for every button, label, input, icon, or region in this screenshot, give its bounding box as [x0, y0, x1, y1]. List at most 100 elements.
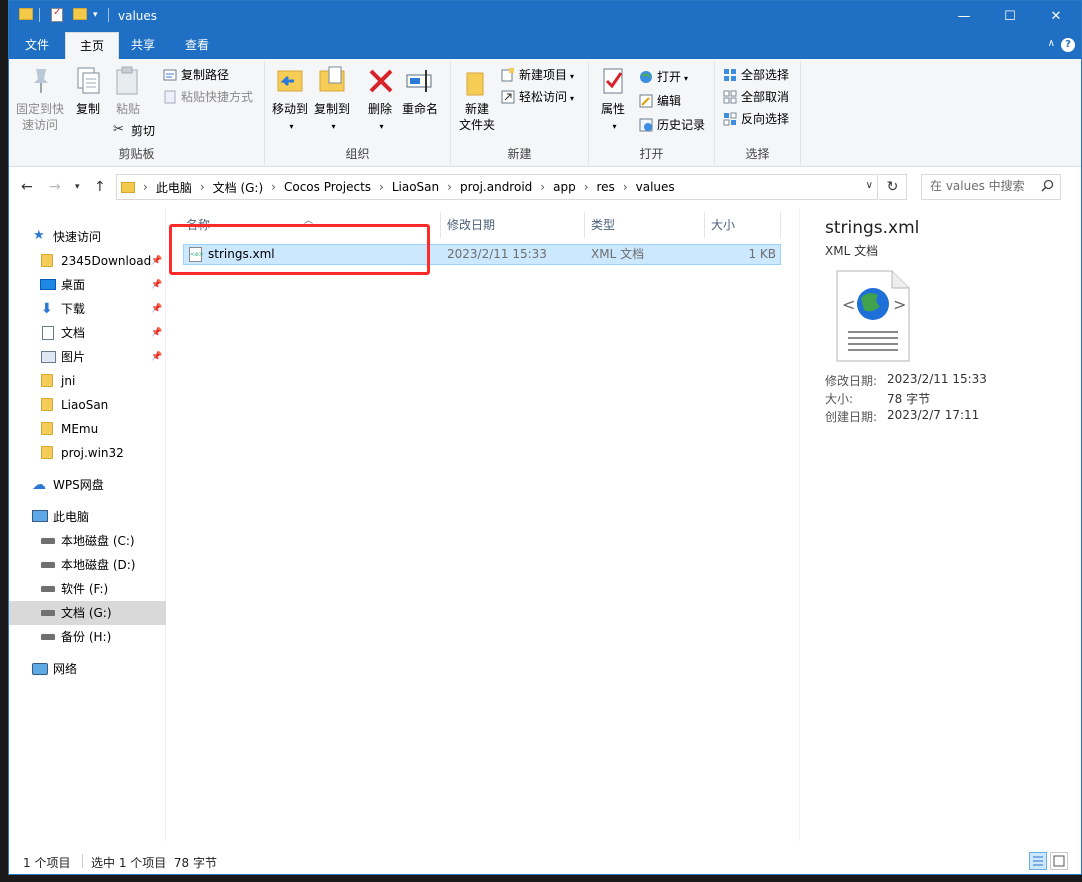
new-group-label: 新建	[507, 147, 532, 161]
search-icon[interactable]	[1041, 179, 1054, 192]
delete-button[interactable]: 删除 ▾	[365, 65, 395, 135]
chevron-right-icon[interactable]: ›	[584, 180, 589, 194]
nav-quick-access[interactable]: ★ 快速访问	[9, 225, 166, 249]
column-header-size[interactable]: 大小	[711, 214, 735, 236]
nav-network[interactable]: 网络	[9, 657, 166, 681]
pin-quick-access-button[interactable]: 固定到快 速访问	[15, 65, 65, 133]
column-header-type[interactable]: 类型	[591, 214, 615, 236]
column-divider[interactable]	[704, 212, 705, 238]
copy-to-button[interactable]: 复制到 ▾	[311, 65, 353, 135]
tab-share[interactable]: 共享	[117, 32, 169, 59]
invert-selection-button[interactable]: 反向选择	[721, 109, 789, 129]
address-bar[interactable]: › 此电脑 › 文档 (G:) › Cocos Projects › LiaoS…	[116, 174, 878, 200]
select-none-button[interactable]: 全部取消	[721, 87, 789, 107]
new-folder-button[interactable]: 新建 文件夹	[457, 65, 497, 133]
nav-item-memu[interactable]: MEmu	[9, 417, 166, 441]
nav-drive-d[interactable]: 本地磁盘 (D:)	[9, 553, 166, 577]
easy-access-button[interactable]: 轻松访问 ▾	[499, 87, 574, 107]
minimize-button[interactable]: —	[941, 1, 987, 32]
nav-drive-f[interactable]: 软件 (F:)	[9, 577, 166, 601]
nav-this-pc[interactable]: 此电脑	[9, 505, 166, 529]
paste-shortcut-button[interactable]: 粘贴快捷方式	[161, 87, 253, 107]
tab-home[interactable]: 主页	[65, 32, 120, 59]
column-header-modified[interactable]: 修改日期	[447, 214, 495, 236]
crumb-values[interactable]: values	[636, 180, 675, 194]
nav-item-proj-win32[interactable]: proj.win32	[9, 441, 166, 465]
back-arrow-icon[interactable]: ←	[21, 179, 33, 195]
crumb-drive-g[interactable]: 文档 (G:)	[213, 179, 264, 196]
new-item-button[interactable]: 新建项目 ▾	[499, 65, 574, 85]
search-input[interactable]	[930, 179, 1040, 193]
nav-item-downloads[interactable]: ⬇ 下载 📌	[9, 297, 166, 321]
refresh-button[interactable]: ↻	[879, 174, 907, 200]
crumb-app[interactable]: app	[553, 180, 576, 194]
chevron-right-icon[interactable]: ›	[623, 180, 628, 194]
edit-button[interactable]: 编辑	[637, 91, 681, 111]
large-icons-view-button[interactable]	[1050, 852, 1068, 870]
column-divider[interactable]	[440, 212, 441, 238]
maximize-button[interactable]: ☐	[987, 1, 1033, 32]
pin-icon[interactable]: 📌	[151, 345, 162, 369]
history-button[interactable]: 历史记录	[637, 115, 705, 135]
search-box[interactable]	[921, 174, 1061, 200]
nav-drive-c[interactable]: 本地磁盘 (C:)	[9, 529, 166, 553]
open-button[interactable]: 打开 ▾	[637, 67, 688, 87]
folder-icon	[41, 254, 53, 267]
crumb-this-pc[interactable]: 此电脑	[156, 179, 192, 196]
file-list: 名称 ︿ 修改日期 类型 大小 <e> strings.xml 2023/2/1…	[167, 208, 799, 841]
collapse-ribbon-icon[interactable]: ∧	[1048, 38, 1055, 49]
chevron-right-icon[interactable]: ›	[379, 180, 384, 194]
nav-wps-cloud[interactable]: ☁ WPS网盘	[9, 473, 166, 497]
pin-icon[interactable]: 📌	[151, 249, 162, 273]
chevron-right-icon[interactable]: ›	[447, 180, 452, 194]
nav-drive-g[interactable]: 文档 (G:)	[9, 601, 166, 625]
copy-path-button[interactable]: 复制路径	[161, 65, 229, 85]
delete-x-icon	[365, 65, 397, 97]
table-row[interactable]: <e> strings.xml 2023/2/11 15:33 XML 文档 1…	[183, 244, 781, 265]
chevron-right-icon[interactable]: ›	[143, 180, 148, 194]
column-divider[interactable]	[584, 212, 585, 238]
column-header-name[interactable]: 名称 ︿	[186, 214, 313, 236]
column-divider[interactable]	[780, 212, 781, 238]
new-folder-icon[interactable]	[73, 8, 87, 20]
chevron-right-icon[interactable]: ›	[271, 180, 276, 194]
pin-icon[interactable]: 📌	[151, 321, 162, 345]
up-arrow-icon[interactable]: ↑	[94, 179, 106, 195]
cut-button[interactable]: ✂ 剪切	[111, 121, 155, 141]
chevron-right-icon[interactable]: ›	[200, 180, 205, 194]
quick-access-dropdown-icon[interactable]: ▾	[93, 10, 98, 20]
select-all-button[interactable]: 全部选择	[721, 65, 789, 85]
nav-item-desktop[interactable]: 桌面 📌	[9, 273, 166, 297]
nav-item-documents[interactable]: 文档 📌	[9, 321, 166, 345]
crumb-res[interactable]: res	[597, 180, 615, 194]
properties-label: 属性 ▾	[600, 102, 625, 131]
properties-button[interactable]: 属性 ▾	[593, 65, 633, 135]
move-to-button[interactable]: 移动到 ▾	[269, 65, 311, 135]
recent-dropdown-icon[interactable]: ▾	[75, 182, 80, 192]
nav-drive-h[interactable]: 备份 (H:)	[9, 625, 166, 649]
address-history-dropdown-icon[interactable]: ∨	[866, 180, 873, 191]
crumb-cocos-projects[interactable]: Cocos Projects	[284, 180, 371, 194]
nav-item-pictures[interactable]: 图片 📌	[9, 345, 166, 369]
copy-button[interactable]: 复制	[71, 65, 105, 117]
pin-icon[interactable]: 📌	[151, 273, 162, 297]
forward-arrow-icon[interactable]: →	[49, 179, 61, 195]
help-icon[interactable]: ?	[1061, 38, 1075, 52]
nav-item-jni[interactable]: jni	[9, 369, 166, 393]
edit-label: 编辑	[657, 94, 682, 108]
paste-button[interactable]: 粘贴	[111, 65, 145, 117]
close-button[interactable]: ✕	[1033, 1, 1079, 32]
chevron-right-icon[interactable]: ›	[540, 180, 545, 194]
pin-icon[interactable]: 📌	[151, 297, 162, 321]
rename-button[interactable]: 重命名	[399, 65, 441, 117]
crumb-liaosan[interactable]: LiaoSan	[392, 180, 439, 194]
tab-view[interactable]: 查看	[171, 32, 223, 59]
copy-label: 复制	[75, 102, 100, 116]
crumb-proj-android[interactable]: proj.android	[460, 180, 532, 194]
nav-item-2345download[interactable]: 2345Download 📌	[9, 249, 166, 273]
properties-icon[interactable]	[51, 7, 63, 22]
download-arrow-icon: ⬇	[41, 301, 53, 317]
tab-file[interactable]: 文件	[9, 32, 65, 59]
details-view-button[interactable]	[1029, 852, 1047, 870]
nav-item-liaosan[interactable]: LiaoSan	[9, 393, 166, 417]
